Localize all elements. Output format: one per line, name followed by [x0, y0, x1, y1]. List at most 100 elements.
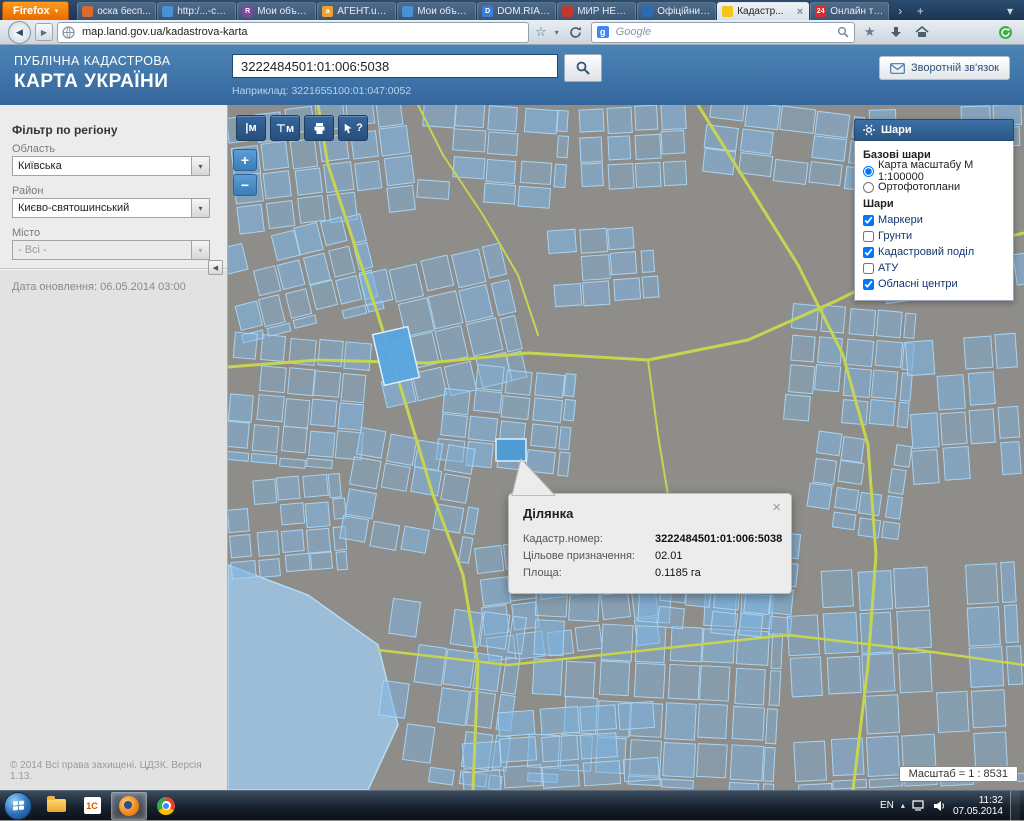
layer-checkbox[interactable] — [863, 247, 874, 258]
tab[interactable]: DDOM.RIA.c... — [477, 2, 556, 20]
chevron-down-icon[interactable]: ▾ — [191, 199, 209, 217]
web-search-input[interactable] — [614, 25, 832, 39]
url-bar[interactable] — [57, 22, 529, 43]
tab[interactable]: Офіційний ... — [637, 2, 716, 20]
popup-row: Площа: 0.1185 га — [523, 567, 777, 579]
show-hidden-icons-button[interactable]: ▴ — [901, 801, 905, 810]
raion-select[interactable]: Києво-святошинський ▾ — [12, 198, 210, 218]
language-indicator[interactable]: EN — [880, 800, 894, 811]
url-dropdown-icon[interactable]: ▾ — [553, 28, 561, 37]
tab[interactable]: http:/...-c1-t5 — [157, 2, 236, 20]
site-title: ПУБЛІЧНА КАДАСТРОВА КАРТА УКРАЇНИ — [14, 54, 170, 93]
back-button[interactable]: ◀ — [8, 21, 31, 44]
layers-panel-header[interactable]: Шари — [854, 119, 1014, 141]
cadastral-search-button[interactable] — [564, 54, 602, 82]
tab-close-icon[interactable]: × — [796, 6, 804, 18]
question-icon: ? — [356, 122, 363, 134]
layers-panel: Шари Базові шари Карта масштабу М 1:1000… — [854, 119, 1014, 301]
system-tray: EN ▴ 11:32 07.05.2014 — [880, 791, 1024, 821]
zoom-out-button[interactable]: − — [233, 174, 257, 196]
start-button[interactable] — [4, 792, 32, 820]
overlays-heading: Шари — [863, 198, 1005, 210]
taskbar-explorer-button[interactable] — [39, 793, 73, 819]
identify-button[interactable]: ? — [338, 115, 368, 141]
page-content: Фільтр по регіону Область Київська ▾ Рай… — [0, 105, 1024, 790]
tab[interactable]: RМои объяв... — [237, 2, 316, 20]
layer-checkbox[interactable] — [863, 231, 874, 242]
layers-panel-title: Шари — [881, 124, 912, 136]
chevron-down-icon: ▾ — [191, 241, 209, 259]
cadastral-number-input[interactable] — [232, 54, 558, 78]
search-bar[interactable]: g — [591, 22, 855, 43]
layer-checkbox[interactable] — [863, 279, 874, 290]
print-icon — [313, 122, 326, 135]
network-icon[interactable] — [912, 800, 926, 811]
tab-favicon — [402, 6, 413, 17]
tab-favicon — [562, 6, 573, 17]
firefox-menu-label: Firefox — [13, 5, 50, 17]
taskbar-chrome-button[interactable] — [149, 793, 183, 819]
clock[interactable]: 11:32 07.05.2014 — [953, 795, 1003, 817]
zoom-in-button[interactable]: + — [233, 149, 257, 171]
new-tab-button[interactable]: + — [910, 2, 930, 20]
tab[interactable]: оска бесп... — [77, 2, 156, 20]
forward-button[interactable]: ▶ — [35, 23, 53, 41]
downloads-icon[interactable] — [885, 22, 907, 42]
feedback-button[interactable]: Зворотній зв'язок — [879, 56, 1010, 80]
taskbar-firefox-button[interactable] — [111, 792, 147, 820]
tab-favicon — [82, 6, 93, 17]
1c-icon: 1С — [84, 797, 101, 814]
base-layer-radio[interactable] — [863, 182, 874, 193]
zoom-controls: + − — [233, 149, 257, 196]
measure-length-button[interactable]: |м — [236, 115, 266, 141]
search-example-hint: Наприклад: 3221655100:01:047:0052 — [232, 85, 411, 97]
list-all-tabs-button[interactable]: ▾ — [1000, 2, 1020, 20]
layer-option-cadastre[interactable]: Кадастровий поділ — [863, 244, 1005, 260]
firefox-menu-button[interactable]: Firefox ▾ — [2, 1, 69, 20]
bookmark-star-icon[interactable]: ☆ — [533, 24, 549, 40]
measure-length-icon: |м — [245, 122, 256, 134]
chevron-down-icon[interactable]: ▾ — [191, 157, 209, 175]
folder-icon — [47, 799, 66, 812]
print-button[interactable] — [304, 115, 334, 141]
base-layer-option-map[interactable]: Карта масштабу М 1:100000 — [863, 163, 1005, 179]
back-icon: ◀ — [16, 27, 23, 38]
bookmarks-menu-icon[interactable]: ★ — [859, 22, 881, 42]
clock-time: 11:32 — [953, 795, 1003, 806]
layer-option-atu[interactable]: АТУ — [863, 260, 1005, 276]
speaker-icon[interactable] — [933, 800, 946, 812]
windows-taskbar: 1С EN ▴ 11:32 07.05.2014 — [0, 790, 1024, 820]
tab[interactable]: МИР НЕДВ... — [557, 2, 636, 20]
sync-refresh-icon[interactable] — [994, 22, 1016, 42]
sidebar-collapse-button[interactable]: ◀ — [208, 260, 223, 275]
oblast-select[interactable]: Київська ▾ — [12, 156, 210, 176]
gear-icon — [863, 124, 875, 136]
layer-option-oblast-centers[interactable]: Обласні центри — [863, 276, 1005, 292]
tab-active[interactable]: Кадастр...× — [717, 2, 809, 20]
site-title-line2: КАРТА УКРАЇНИ — [14, 70, 170, 94]
reload-icon[interactable] — [565, 22, 587, 42]
tab[interactable]: 24Онлайн тра... — [810, 2, 889, 20]
layer-checkbox[interactable] — [863, 263, 874, 274]
tab[interactable]: Мои объяв... — [397, 2, 476, 20]
measure-area-icon: ⊤м — [276, 122, 294, 135]
measure-area-button[interactable]: ⊤м — [270, 115, 300, 141]
home-icon[interactable] — [911, 22, 933, 42]
copyright-text: © 2014 Всі права захищені. ЦДЗК. Версія … — [10, 760, 220, 782]
sidebar-divider — [0, 268, 227, 270]
layer-option-markers[interactable]: Маркери — [863, 212, 1005, 228]
tab-favicon — [722, 6, 733, 17]
tab-favicon — [642, 6, 653, 17]
show-desktop-button[interactable] — [1010, 791, 1020, 821]
layer-checkbox[interactable] — [863, 215, 874, 226]
scroll-tabs-right-button[interactable]: › — [890, 2, 910, 20]
layer-option-soils[interactable]: Грунти — [863, 228, 1005, 244]
taskbar-1c-button[interactable]: 1С — [75, 793, 109, 819]
base-layer-radio[interactable] — [863, 166, 874, 177]
close-icon[interactable]: × — [772, 500, 781, 515]
envelope-icon — [890, 63, 905, 74]
tab[interactable]: aАГЕНТ.ua - ... — [317, 2, 396, 20]
url-input[interactable] — [80, 25, 524, 39]
search-icon[interactable] — [837, 26, 849, 38]
tab-favicon: D — [482, 6, 493, 17]
